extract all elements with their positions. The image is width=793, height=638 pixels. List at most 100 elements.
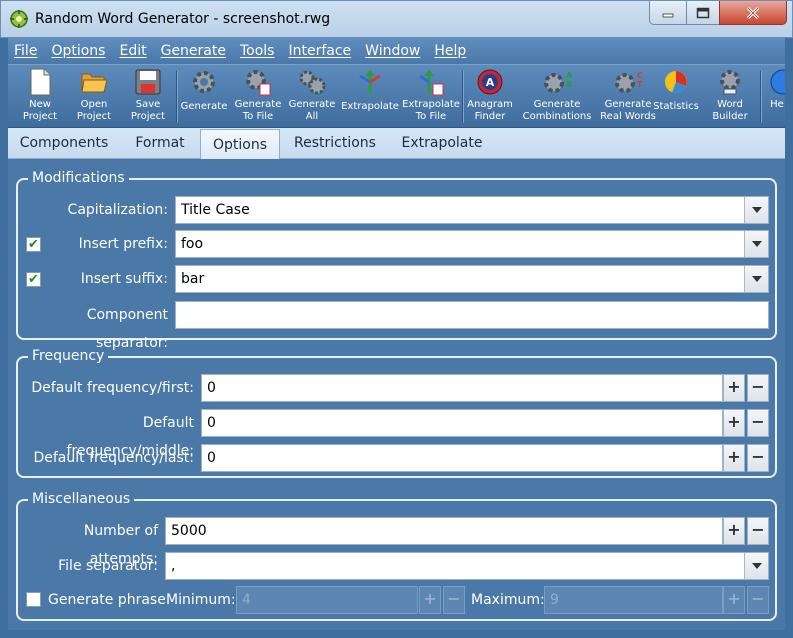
tab-options[interactable]: Options: [200, 129, 280, 160]
gear-icon: [193, 71, 215, 93]
menu-bar: File Options Edit Generate Tools Interfa…: [8, 38, 785, 64]
gear-abc-icon: AB: [544, 71, 572, 93]
minimize-icon: [662, 13, 674, 17]
generate-to-file-button[interactable]: Generate To File: [232, 67, 284, 127]
help-icon: [770, 69, 785, 95]
generate-phrase-label: Generate phrase: [48, 592, 166, 608]
attempts-increment-button[interactable]: +: [723, 517, 745, 545]
frequency-middle-input[interactable]: 0: [201, 409, 723, 437]
insert-prefix-combobox[interactable]: foo: [175, 230, 769, 258]
extrapolate-button[interactable]: Extrapolate: [340, 67, 400, 127]
statistics-button[interactable]: Statistics: [650, 67, 702, 127]
save-disk-icon: [135, 69, 161, 95]
maximum-label: Maximum:: [471, 592, 545, 608]
insert-prefix-label: Insert prefix:: [78, 236, 168, 252]
anagram-finder-button[interactable]: A Anagram Finder: [464, 67, 516, 127]
insert-prefix-dropdown-button[interactable]: [744, 231, 768, 257]
frequency-first-input[interactable]: 0: [201, 374, 723, 402]
miscellaneous-title: Miscellaneous: [28, 490, 135, 508]
frequency-last-input[interactable]: 0: [201, 444, 723, 472]
maximum-decrement-button[interactable]: −: [747, 586, 769, 614]
tab-components[interactable]: Components: [8, 128, 120, 159]
chevron-down-icon: [751, 241, 762, 247]
open-folder-icon: [81, 73, 108, 93]
generate-all-button[interactable]: Generate All: [286, 67, 338, 127]
minimum-input[interactable]: 4: [236, 586, 418, 614]
modifications-group: Modifications Capitalization: Title Case…: [16, 169, 777, 351]
chevron-down-icon: [751, 563, 762, 569]
svg-text:T: T: [637, 80, 643, 89]
close-button[interactable]: [719, 1, 787, 25]
frequency-first-increment-button[interactable]: +: [723, 374, 745, 402]
insert-suffix-combobox[interactable]: bar: [175, 265, 769, 293]
chevron-down-icon: [751, 276, 762, 282]
menu-interface[interactable]: Interface: [288, 43, 351, 59]
capitalization-dropdown-button[interactable]: [744, 197, 768, 223]
menu-window[interactable]: Window: [365, 43, 420, 59]
open-project-button[interactable]: Open Project: [68, 67, 120, 127]
new-document-icon: [30, 68, 51, 96]
generate-phrase-checkbox[interactable]: [26, 592, 41, 607]
help-button[interactable]: He: [764, 67, 785, 127]
tab-format[interactable]: Format: [120, 128, 200, 159]
minimum-increment-button[interactable]: +: [419, 586, 441, 614]
gear-cat-icon: CT: [615, 71, 643, 93]
generate-button[interactable]: Generate: [178, 67, 230, 127]
attempts-input[interactable]: 5000: [165, 517, 723, 545]
gear-file-icon: [246, 70, 271, 96]
gears-icon: [299, 70, 326, 95]
frequency-last-label: Default frequency/last:: [33, 450, 194, 466]
save-project-button[interactable]: Save Project: [122, 67, 174, 127]
close-icon: [746, 6, 760, 19]
menu-options[interactable]: Options: [51, 43, 105, 59]
new-project-button[interactable]: New Project: [14, 67, 66, 127]
menu-file[interactable]: File: [14, 43, 37, 59]
maximum-input[interactable]: 9: [544, 586, 723, 614]
maximize-icon: [696, 7, 710, 18]
app-icon: [10, 10, 28, 28]
svg-text:C: C: [637, 71, 643, 80]
tab-restrictions[interactable]: Restrictions: [280, 128, 390, 159]
menu-tools[interactable]: Tools: [240, 43, 275, 59]
gear-word-icon: [720, 70, 740, 95]
capitalization-label: Capitalization:: [67, 202, 168, 218]
minimum-decrement-button[interactable]: −: [443, 586, 465, 614]
menu-generate[interactable]: Generate: [161, 43, 226, 59]
frequency-middle-increment-button[interactable]: +: [723, 409, 745, 437]
file-separator-combobox[interactable]: ,: [165, 552, 769, 580]
maximize-button[interactable]: [686, 1, 720, 25]
window-title: Random Word Generator - screenshot.rwg: [35, 11, 331, 27]
extrapolate-to-file-button[interactable]: Extrapolate To File: [402, 67, 460, 127]
menu-help[interactable]: Help: [434, 43, 466, 59]
minimum-label: Minimum:: [166, 592, 236, 608]
miscellaneous-group: Miscellaneous Number of attempts: 5000 +…: [16, 490, 777, 621]
tab-extrapolate[interactable]: Extrapolate: [390, 128, 494, 159]
frequency-middle-decrement-button[interactable]: −: [747, 409, 769, 437]
insert-suffix-dropdown-button[interactable]: [744, 266, 768, 292]
chevron-down-icon: [751, 207, 762, 213]
frequency-first-label: Default frequency/first:: [31, 380, 194, 396]
minimize-button[interactable]: [649, 1, 687, 25]
svg-text:B: B: [566, 80, 572, 89]
file-separator-label: File separator:: [58, 558, 158, 574]
anagram-icon: A: [477, 69, 503, 95]
file-separator-dropdown-button[interactable]: [744, 553, 768, 579]
options-panel: Modifications Capitalization: Title Case…: [8, 159, 785, 630]
modifications-title: Modifications: [28, 169, 129, 187]
menu-edit[interactable]: Edit: [119, 43, 146, 59]
insert-suffix-label: Insert suffix:: [80, 271, 168, 287]
component-separator-input[interactable]: [175, 301, 769, 329]
svg-text:A: A: [486, 76, 495, 89]
maximum-increment-button[interactable]: +: [723, 586, 745, 614]
generate-combinations-button[interactable]: AB Generate Combinations: [518, 67, 596, 127]
frequency-first-decrement-button[interactable]: −: [747, 374, 769, 402]
tab-bar: Components Format Options Restrictions E…: [8, 128, 785, 160]
capitalization-select[interactable]: Title Case: [175, 196, 769, 224]
arrows-file-icon: [419, 70, 444, 96]
frequency-last-decrement-button[interactable]: −: [747, 444, 769, 472]
pie-chart-icon: [665, 71, 687, 94]
toolbar: New Project Open Project Save Project Ge…: [8, 64, 785, 128]
frequency-last-increment-button[interactable]: +: [723, 444, 745, 472]
attempts-decrement-button[interactable]: −: [747, 517, 769, 545]
word-builder-button[interactable]: Word Builder: [704, 67, 756, 127]
